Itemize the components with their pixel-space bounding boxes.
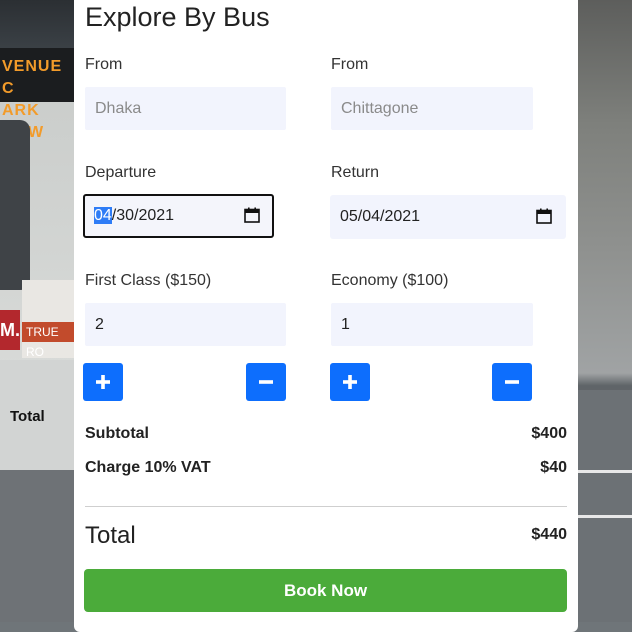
from-left-placeholder: Dhaka (95, 100, 142, 117)
economy-quantity-value: 1 (341, 316, 350, 333)
total-value: $440 (531, 526, 567, 543)
from-right-label: From (331, 56, 369, 73)
economy-quantity-input[interactable]: 1 (331, 303, 533, 346)
calendar-icon[interactable] (536, 208, 552, 224)
bus-destination-sign: VENUE C ARK ROW (0, 48, 74, 141)
minus-icon (259, 380, 273, 384)
economy-label: Economy ($100) (331, 272, 449, 289)
road-right (578, 390, 632, 622)
vat-value: $40 (540, 459, 567, 476)
plus-icon (343, 375, 357, 389)
from-right-placeholder: Chittagone (341, 100, 419, 117)
departure-label: Departure (85, 164, 157, 181)
bus-sign-line-1: VENUE C (2, 58, 63, 97)
bus-advert-text: TRUE RO (22, 322, 74, 359)
road-left (0, 470, 74, 622)
departure-month-segment[interactable]: 04 (94, 207, 112, 224)
first-class-quantity-value: 2 (95, 316, 104, 333)
first-class-plus-button[interactable] (83, 363, 123, 401)
calendar-icon[interactable] (244, 207, 260, 223)
lane-marking (578, 515, 632, 518)
from-left-label: From (85, 56, 123, 73)
return-date-value: 05/04/2021 (340, 208, 421, 225)
bus-advert-brand: M. (0, 310, 20, 350)
from-right-input[interactable]: Chittagone (331, 87, 533, 130)
book-now-button[interactable]: Book Now (84, 569, 567, 612)
page-title: Explore By Bus (85, 2, 270, 32)
total-label: Total (85, 522, 136, 549)
subtotal-label: Subtotal (85, 425, 149, 442)
return-date-input[interactable]: 05/04/2021 (330, 195, 566, 239)
subtotal-value: $400 (531, 425, 567, 442)
minus-icon (505, 380, 519, 384)
departure-date-rest: /30/2021 (111, 207, 175, 224)
plus-icon (96, 375, 110, 389)
summary-divider (85, 506, 567, 507)
bus-window (0, 120, 30, 290)
first-class-minus-button[interactable] (246, 363, 286, 401)
economy-plus-button[interactable] (330, 363, 370, 401)
lane-marking (578, 470, 632, 473)
return-label: Return (331, 164, 380, 181)
first-class-label: First Class ($150) (85, 272, 212, 289)
vat-label: Charge 10% VAT (85, 459, 211, 476)
departure-date-input[interactable]: 04/30/2021 (83, 194, 274, 238)
from-left-input[interactable]: Dhaka (85, 87, 286, 130)
economy-minus-button[interactable] (492, 363, 532, 401)
first-class-quantity-input[interactable]: 2 (85, 303, 286, 346)
booking-card: Explore By Bus From Dhaka From Chittagon… (74, 0, 578, 632)
bus-side-label: Total (10, 408, 45, 425)
